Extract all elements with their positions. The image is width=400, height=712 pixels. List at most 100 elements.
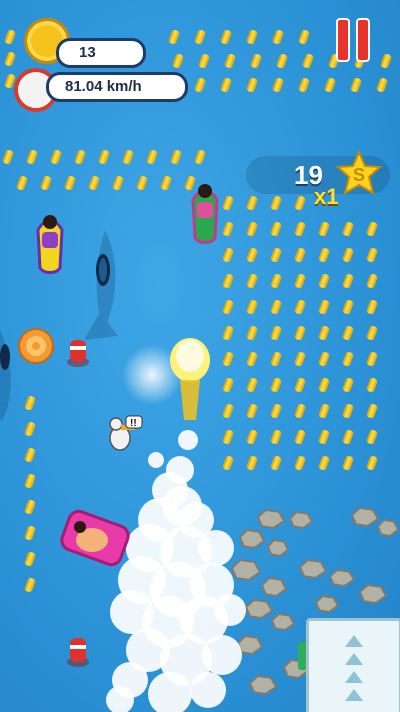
coin <box>74 149 86 165</box>
speed-value: 81.04 km/h <box>65 78 142 95</box>
coin <box>222 455 234 471</box>
pause-button[interactable] <box>332 18 376 62</box>
water-field: !! <box>0 29 400 712</box>
speed-readout: 81.04 km/h <box>46 72 188 102</box>
coin <box>222 273 234 289</box>
coin <box>246 195 258 211</box>
coin <box>4 29 16 45</box>
coin <box>318 455 330 471</box>
coin <box>50 149 62 165</box>
ramp-arrow-icon <box>345 671 363 683</box>
coin <box>302 53 314 69</box>
coin <box>342 403 354 419</box>
boost-ramp <box>306 618 400 712</box>
coin <box>366 455 378 471</box>
splash-trail <box>106 430 246 712</box>
coin <box>246 29 258 45</box>
coin <box>272 77 284 93</box>
coin <box>88 175 100 191</box>
coin <box>298 29 310 45</box>
coin <box>26 149 38 165</box>
coin <box>194 77 206 93</box>
coin <box>294 455 306 471</box>
coin <box>376 77 388 93</box>
coin <box>366 377 378 393</box>
coin <box>270 195 282 211</box>
coin <box>324 77 336 93</box>
coin <box>366 403 378 419</box>
coin <box>172 53 184 69</box>
rock <box>314 594 340 614</box>
ramp-arrow-icon <box>345 653 363 665</box>
coin <box>40 175 52 191</box>
sunbather-float <box>60 509 130 567</box>
coin <box>24 447 36 463</box>
coin <box>270 403 282 419</box>
coin <box>250 53 262 69</box>
foam-blob <box>198 530 234 566</box>
swirl-float <box>18 328 54 364</box>
rock <box>288 510 314 530</box>
coin <box>342 325 354 341</box>
coin <box>318 325 330 341</box>
player-jetski <box>122 338 210 420</box>
coin <box>24 421 36 437</box>
coin <box>246 403 258 419</box>
coin <box>246 351 258 367</box>
coin <box>24 473 36 489</box>
foam-blob <box>148 452 164 468</box>
coin <box>366 351 378 367</box>
coin <box>168 29 180 45</box>
coin <box>2 149 14 165</box>
rock <box>230 558 262 582</box>
coin <box>246 77 258 93</box>
coin <box>342 351 354 367</box>
pause-icon <box>336 18 350 62</box>
coin <box>294 429 306 445</box>
coin <box>294 325 306 341</box>
coin <box>318 299 330 315</box>
coin <box>146 149 158 165</box>
rock <box>256 508 286 530</box>
foam-blob <box>202 635 242 675</box>
coin <box>276 53 288 69</box>
coin <box>294 273 306 289</box>
rock <box>260 576 288 598</box>
coin <box>318 429 330 445</box>
coin <box>246 455 258 471</box>
coin <box>222 377 234 393</box>
coin <box>366 247 378 263</box>
rock <box>248 674 278 696</box>
rock <box>328 568 356 588</box>
coin <box>270 377 282 393</box>
coin <box>24 577 36 593</box>
rock <box>238 528 266 550</box>
rock <box>350 506 380 528</box>
coin <box>222 325 234 341</box>
coin <box>222 221 234 237</box>
game-scene: !! 13 81.04 km/h 19 x1 S <box>0 0 400 712</box>
coin <box>318 377 330 393</box>
coin <box>24 499 36 515</box>
coin <box>298 77 310 93</box>
rock <box>358 583 388 605</box>
coin <box>194 29 206 45</box>
red-buoy <box>67 340 89 367</box>
coin <box>270 325 282 341</box>
coin <box>270 247 282 263</box>
coin <box>222 403 234 419</box>
coin <box>64 175 76 191</box>
coin <box>272 29 284 45</box>
coin <box>366 429 378 445</box>
coin <box>184 175 196 191</box>
coin <box>16 175 28 191</box>
coin <box>342 377 354 393</box>
coin <box>366 221 378 237</box>
coin <box>318 247 330 263</box>
coin <box>220 77 232 93</box>
coin <box>136 175 148 191</box>
coin <box>342 273 354 289</box>
coin <box>270 455 282 471</box>
coin <box>270 351 282 367</box>
coin <box>122 149 134 165</box>
